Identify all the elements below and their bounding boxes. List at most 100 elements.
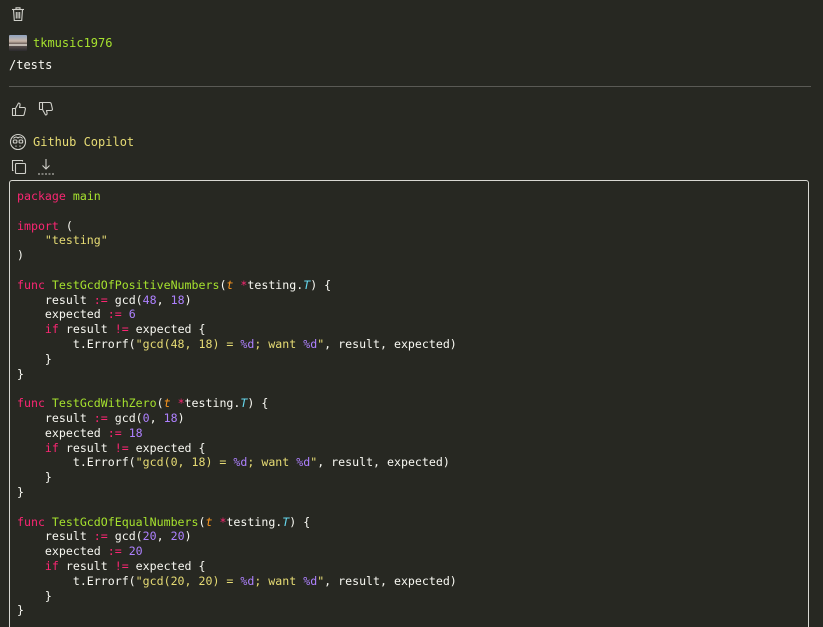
code-token: t.Errorf( — [17, 336, 136, 351]
code-token: "gcd(20, 20) = — [135, 573, 241, 588]
code-token: t.Errorf( — [17, 573, 136, 588]
code-token: gcd( — [107, 410, 143, 425]
code-token: t — [163, 396, 171, 411]
code-token: := — [107, 307, 122, 322]
code-line: } — [17, 603, 801, 618]
code-token: := — [107, 425, 122, 440]
code-block[interactable]: package main import ( "testing") func Te… — [9, 180, 809, 627]
code-token: ) — [184, 529, 192, 544]
code-content: package main import ( "testing") func Te… — [10, 181, 808, 626]
code-token: gcd( — [107, 529, 143, 544]
code-token: expected — [17, 307, 108, 322]
username: tkmusic1976 — [33, 36, 113, 50]
code-token: func — [17, 277, 45, 292]
code-token: ) — [184, 292, 192, 307]
code-line: func TestGcdWithZero(t *testing.T) { — [17, 396, 801, 411]
code-token: result — [17, 292, 94, 307]
assistant-header: Github Copilot — [9, 132, 134, 152]
code-line: result := gcd(48, 18) — [17, 293, 801, 308]
insert-at-cursor-icon[interactable] — [36, 157, 56, 177]
code-token: result — [17, 529, 94, 544]
code-token: import — [17, 218, 59, 233]
code-token: } — [17, 351, 52, 366]
code-token: result — [58, 322, 115, 337]
code-line: ) — [17, 248, 801, 263]
code-token: expected { — [128, 558, 206, 573]
code-token: "testing" — [44, 233, 108, 248]
code-token: if — [44, 558, 59, 573]
code-line: expected := 6 — [17, 307, 801, 322]
code-token: result — [58, 558, 115, 573]
code-token: expected — [17, 425, 108, 440]
code-line: } — [17, 589, 801, 604]
code-token: != — [114, 558, 129, 573]
code-token: 18 — [170, 292, 185, 307]
code-line: expected := 20 — [17, 544, 801, 559]
thumbs-down-icon[interactable] — [37, 100, 55, 118]
user-message: /tests — [9, 58, 53, 72]
code-token: * — [177, 396, 185, 411]
code-token: ( — [58, 218, 73, 233]
code-token: %d — [240, 336, 255, 351]
code-line: t.Errorf("gcd(0, 18) = %d; want %d", res… — [17, 455, 801, 470]
code-token: } — [17, 603, 24, 618]
code-token: 0 — [142, 410, 150, 425]
code-token: } — [17, 588, 52, 603]
code-token: , — [149, 410, 164, 425]
thumbs-up-icon[interactable] — [10, 100, 28, 118]
code-token: 20 — [142, 529, 157, 544]
code-line: "testing" — [17, 233, 801, 248]
code-token: 18 — [163, 410, 178, 425]
divider — [9, 86, 811, 87]
code-token: %d — [240, 573, 255, 588]
code-token: , result, expected) — [317, 455, 450, 470]
code-line: } — [17, 352, 801, 367]
code-token: main — [72, 189, 101, 203]
code-token: testing. — [247, 277, 304, 292]
code-line: func TestGcdOfEqualNumbers(t *testing.T)… — [17, 515, 801, 530]
code-token: TestGcdWithZero — [51, 396, 157, 411]
code-line: } — [17, 367, 801, 382]
code-token: := — [93, 529, 108, 544]
code-line: expected := 18 — [17, 426, 801, 441]
code-token: t.Errorf( — [17, 455, 136, 470]
code-token: expected { — [128, 440, 206, 455]
code-token: %d — [303, 573, 318, 588]
code-token: testing. — [226, 514, 283, 529]
chat-panel: tkmusic1976 /tests Github Copilot packag… — [0, 0, 823, 627]
code-line: result := gcd(0, 18) — [17, 411, 801, 426]
code-token: := — [93, 292, 108, 307]
code-line: import ( — [17, 219, 801, 234]
code-token: ) { — [247, 396, 269, 411]
code-token: func — [17, 396, 45, 411]
avatar — [9, 35, 27, 51]
code-token: := — [93, 410, 108, 425]
trash-icon[interactable] — [9, 4, 27, 24]
copy-icon[interactable] — [10, 158, 28, 176]
code-line: t.Errorf("gcd(20, 20) = %d; want %d", re… — [17, 574, 801, 589]
code-token: , — [156, 529, 171, 544]
code-token: } — [17, 470, 52, 485]
code-line: } — [17, 470, 801, 485]
code-token: if — [44, 322, 59, 337]
code-token: %d — [296, 455, 311, 470]
code-token: %d — [233, 455, 248, 470]
code-token: 18 — [128, 425, 143, 440]
code-line: t.Errorf("gcd(48, 18) = %d; want %d", re… — [17, 337, 801, 352]
code-token: gcd( — [107, 292, 143, 307]
code-token: , result, expected) — [324, 573, 457, 588]
code-token: TestGcdOfEqualNumbers — [51, 514, 199, 529]
code-line: } — [17, 485, 801, 500]
code-line: result := gcd(20, 20) — [17, 529, 801, 544]
